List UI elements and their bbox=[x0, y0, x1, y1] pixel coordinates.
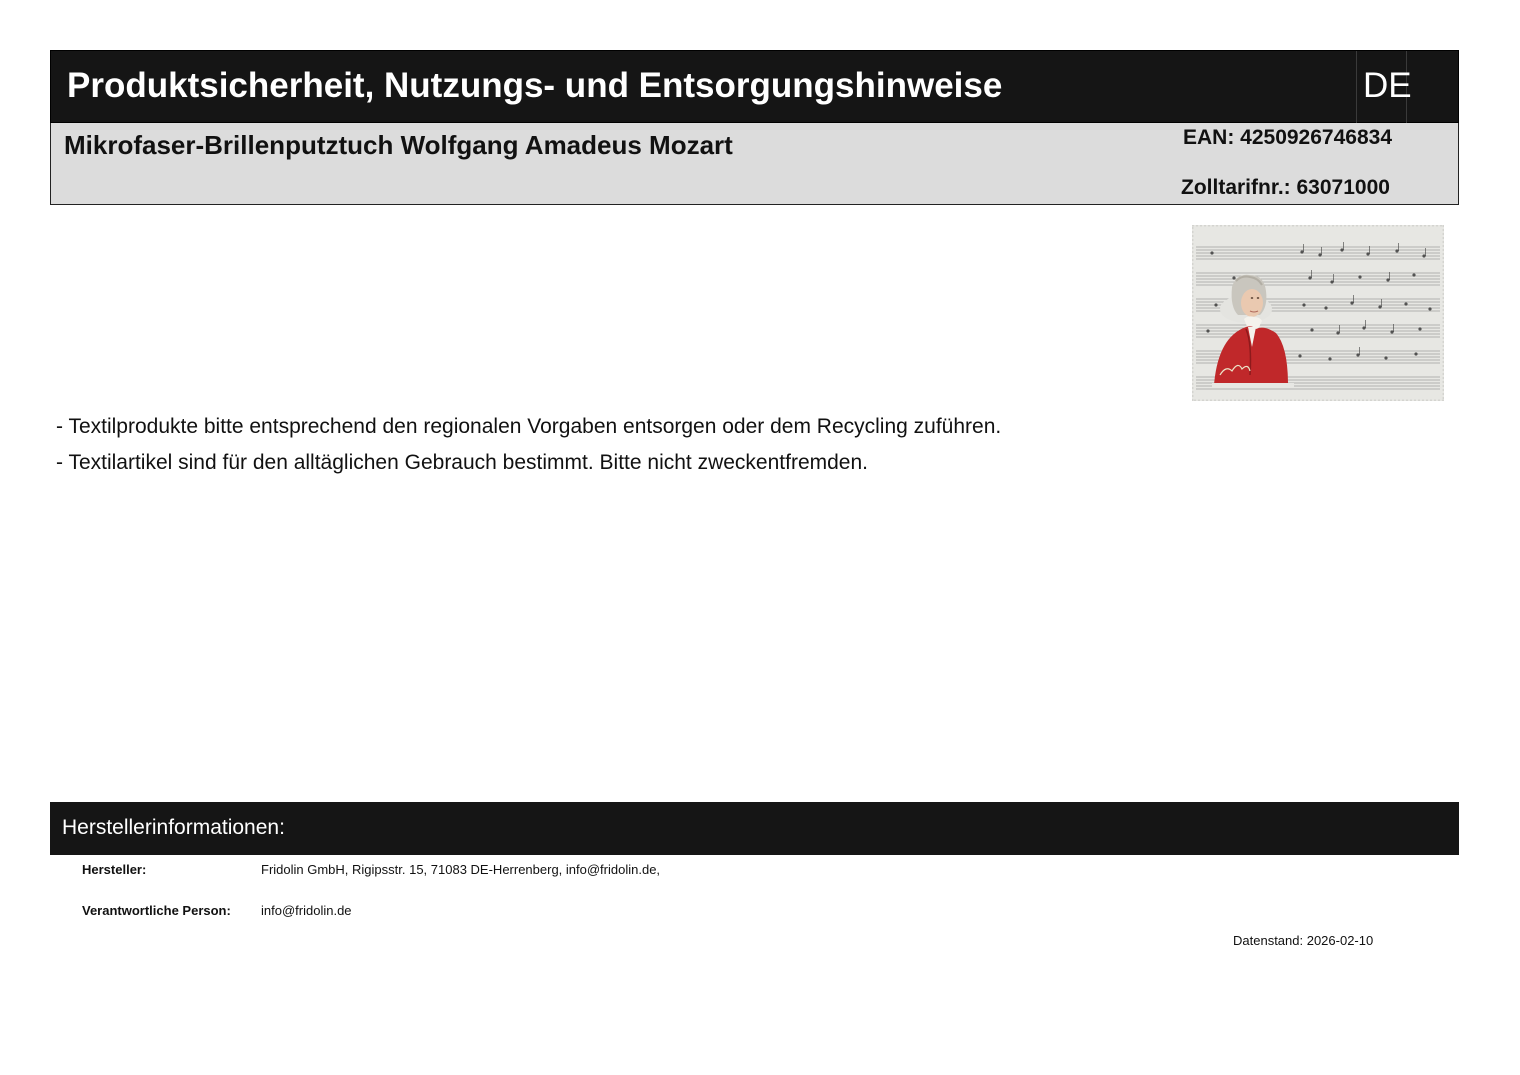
header-bar: Produktsicherheit, Nutzungs- und Entsorg… bbox=[50, 50, 1459, 123]
document-page: Produktsicherheit, Nutzungs- und Entsorg… bbox=[0, 0, 1520, 1075]
ean-number: EAN: 4250926746834 bbox=[1183, 126, 1392, 149]
responsible-person-value: info@fridolin.de bbox=[261, 903, 352, 918]
product-image bbox=[1192, 225, 1444, 401]
language-code: DE bbox=[1363, 66, 1412, 105]
page-title: Produktsicherheit, Nutzungs- und Entsorg… bbox=[67, 66, 1003, 105]
note-usage: - Textilartikel sind für den alltägliche… bbox=[56, 451, 868, 474]
language-box: DE bbox=[1356, 51, 1412, 123]
manufacturer-value: Fridolin GmbH, Rigipsstr. 15, 71083 DE-H… bbox=[261, 862, 661, 877]
usage-notes: - Textilprodukte bitte entsprechend den … bbox=[56, 414, 1001, 486]
data-date: Datenstand: 2026-02-10 bbox=[1233, 933, 1374, 948]
responsible-person-label: Verantwortliche Person: bbox=[82, 903, 231, 918]
manufacturer-section-title: Herstellerinformationen: bbox=[62, 816, 285, 839]
product-info-bar: Mikrofaser-Brillenputztuch Wolfgang Amad… bbox=[50, 123, 1459, 205]
note-disposal: - Textilprodukte bitte entsprechend den … bbox=[56, 415, 1002, 438]
manufacturer-label: Hersteller: bbox=[82, 862, 147, 877]
product-name: Mikrofaser-Brillenputztuch Wolfgang Amad… bbox=[64, 130, 733, 160]
manufacturer-header-bar: Herstellerinformationen: bbox=[50, 802, 1459, 855]
customs-tariff-number: Zolltarifnr.: 63071000 bbox=[1181, 176, 1390, 199]
